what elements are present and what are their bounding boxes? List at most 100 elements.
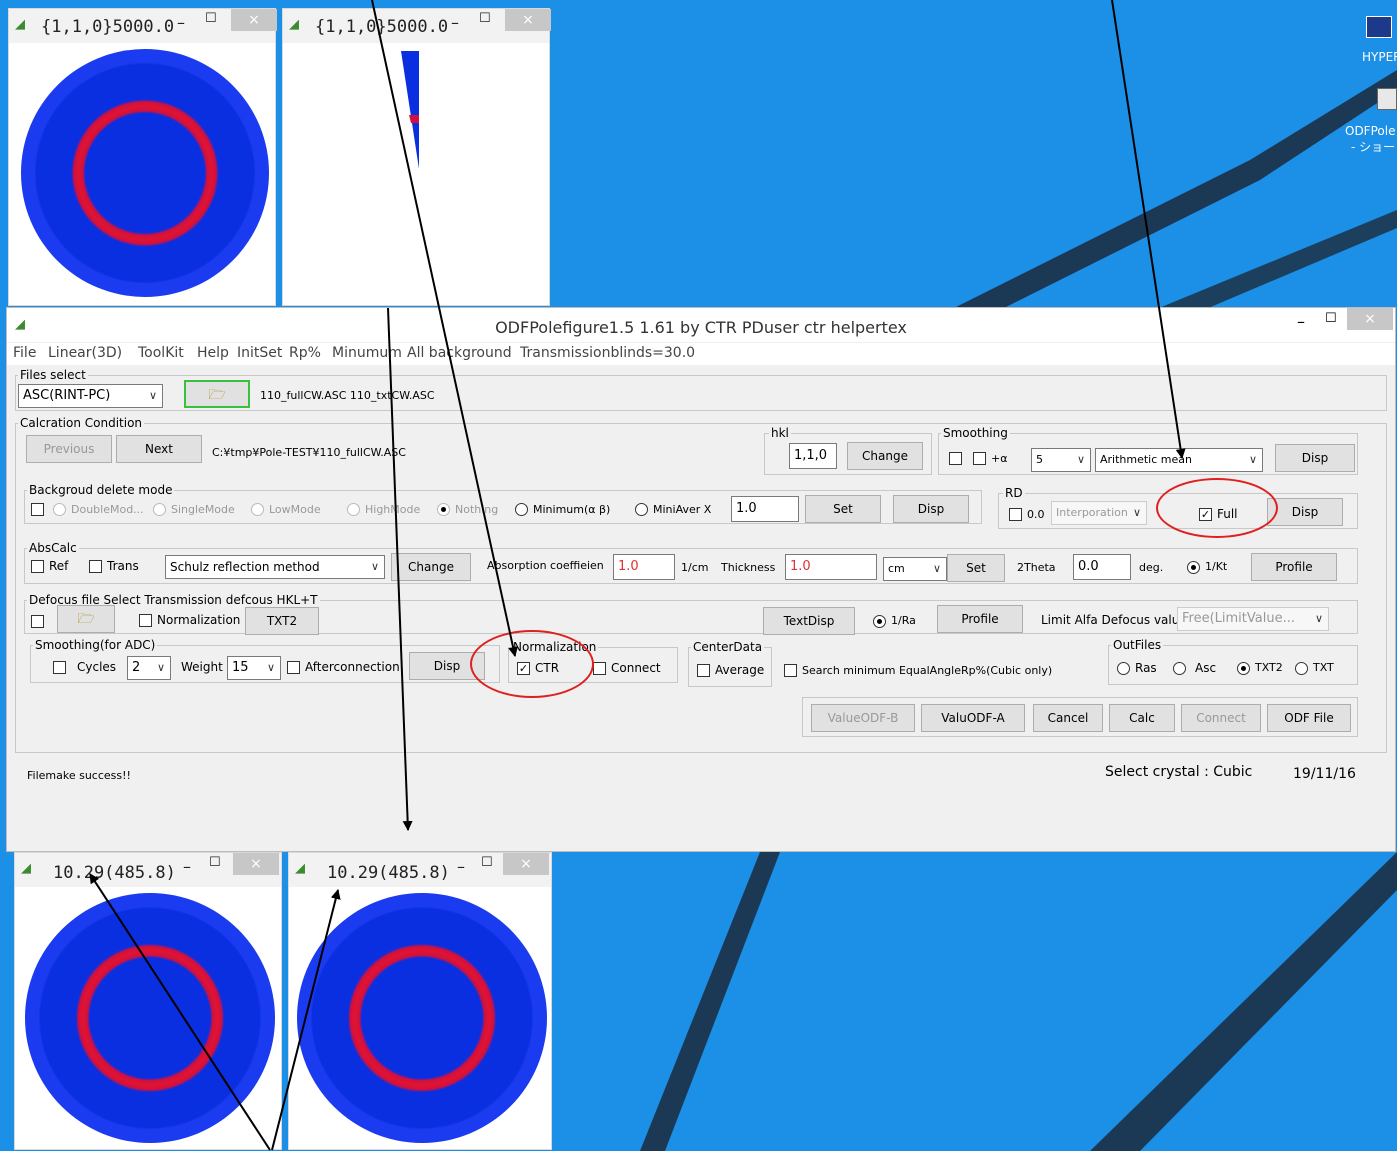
valueodf-b-button[interactable]: ValueODF-B <box>811 704 915 732</box>
txt2-button[interactable]: TXT2 <box>245 607 319 635</box>
group-legend: Smoothing <box>941 426 1010 440</box>
absorption-input[interactable]: 1.0 <box>613 554 675 580</box>
outfile-ras-radio[interactable] <box>1117 662 1130 675</box>
defocus-normalization-checkbox[interactable] <box>139 614 152 627</box>
menu-help[interactable]: Help <box>197 345 229 361</box>
alpha-checkbox[interactable] <box>973 452 986 465</box>
thickness-unit-select[interactable]: cm <box>883 557 947 581</box>
open-folder-button[interactable]: 🗁 <box>184 380 250 408</box>
theta-input[interactable]: 0.0 <box>1073 554 1131 580</box>
radio-minimum[interactable] <box>515 503 528 516</box>
abs-profile-button[interactable]: Profile <box>1251 553 1337 581</box>
thickness-input[interactable]: 1.0 <box>785 554 877 580</box>
menu-toolkit[interactable]: ToolKit <box>138 345 184 361</box>
pole-window-top-left[interactable]: ◢ {1,1,0}5000.0 – ☐ × <box>8 8 277 306</box>
rd-method-select[interactable]: Interporation <box>1051 501 1147 525</box>
title-bar[interactable]: ◢ ODFPolefigure1.5 1.61 by CTR PDuser ct… <box>7 308 1395 342</box>
menu-transmissionblinds[interactable]: Transmissionblinds=30.0 <box>520 345 695 361</box>
defocus-open-button[interactable]: 🗁 <box>57 605 115 633</box>
connect-checkbox[interactable] <box>593 662 606 675</box>
minimize-button[interactable]: – <box>177 13 185 32</box>
cycles-select[interactable]: 2 <box>127 656 171 680</box>
radio-lowmode[interactable] <box>251 503 264 516</box>
pole-window-bottom-left[interactable]: ◢ 10.29(485.8) – ☐ × <box>14 852 282 1150</box>
title-bar[interactable]: ◢ 10.29(485.8) – ☐ × <box>289 853 551 887</box>
menu-minumum[interactable]: Minumum <box>332 345 402 361</box>
rd-checkbox[interactable] <box>1009 508 1022 521</box>
odf-file-button[interactable]: ODF File <box>1267 704 1351 732</box>
abs-set-button[interactable]: Set <box>947 554 1005 582</box>
minimize-button[interactable]: – <box>183 857 191 876</box>
valuodf-a-button[interactable]: ValuODF-A <box>921 704 1025 732</box>
textdisp-button[interactable]: TextDisp <box>763 607 855 635</box>
abs-change-button[interactable]: Change <box>391 553 471 581</box>
title-bar[interactable]: ◢ {1,1,0}5000.0 – ☐ × <box>9 9 277 43</box>
maximize-button[interactable]: ☐ <box>209 855 221 870</box>
search-minimum-checkbox[interactable] <box>784 664 797 677</box>
maximize-button[interactable]: ☐ <box>205 11 217 26</box>
radio-highmode[interactable] <box>347 503 360 516</box>
close-button[interactable]: × <box>1347 308 1393 330</box>
menu-linear3d[interactable]: Linear(3D) <box>48 345 122 361</box>
defocus-profile-button[interactable]: Profile <box>937 605 1023 633</box>
kt-radio[interactable] <box>1187 561 1200 574</box>
afterconnection-checkbox[interactable] <box>287 661 300 674</box>
radio-miniaver[interactable] <box>635 503 648 516</box>
weight-select[interactable]: 15 <box>227 656 281 680</box>
connect-button[interactable]: Connect <box>1181 704 1261 732</box>
radio-singlemode[interactable] <box>153 503 166 516</box>
background-set-button[interactable]: Set <box>805 495 881 523</box>
maximize-button[interactable]: ☐ <box>481 855 493 870</box>
hkl-input[interactable]: 1,1,0 <box>789 443 837 469</box>
file-format-select[interactable]: ASC(RINT-PC) <box>18 384 163 408</box>
menu-rp[interactable]: Rp% <box>289 345 321 361</box>
defocus-checkbox[interactable] <box>31 615 44 628</box>
background-disp-button[interactable]: Disp <box>893 495 969 523</box>
cycles-checkbox[interactable] <box>53 661 66 674</box>
minimize-button[interactable]: – <box>451 13 459 32</box>
abs-method-select[interactable]: Schulz reflection method <box>165 555 385 579</box>
title-bar[interactable]: ◢ {1,1,0}5000.0 – ☐ × <box>283 9 551 43</box>
radio-doublemode[interactable] <box>53 503 66 516</box>
desktop-icon-odfpole[interactable]: ODFPole - ショー <box>1345 86 1397 154</box>
previous-button[interactable]: Previous <box>26 435 112 463</box>
smoothing-method-select[interactable]: Arithmetic mean <box>1095 448 1263 472</box>
hkl-change-button[interactable]: Change <box>847 442 923 470</box>
close-button[interactable]: × <box>503 853 549 875</box>
connect-label: Connect <box>611 661 661 675</box>
outfile-txt-radio[interactable] <box>1295 662 1308 675</box>
smoothing-disp-button[interactable]: Disp <box>1275 444 1355 472</box>
maximize-button[interactable]: ☐ <box>1325 311 1337 326</box>
close-button[interactable]: × <box>233 853 279 875</box>
smoothing-count-select[interactable]: 5 <box>1031 448 1091 472</box>
smoothing-checkbox[interactable] <box>949 452 962 465</box>
background-value-input[interactable]: 1.0 <box>731 496 799 522</box>
outfile-txt2-radio[interactable] <box>1237 662 1250 675</box>
desktop-icon-hyper[interactable]: HYPER <box>1362 14 1397 64</box>
calc-button[interactable]: Calc <box>1109 704 1175 732</box>
title-bar[interactable]: ◢ 10.29(485.8) – ☐ × <box>15 853 281 887</box>
close-button[interactable]: × <box>505 9 551 31</box>
next-button[interactable]: Next <box>116 435 202 463</box>
trans-checkbox[interactable] <box>89 560 102 573</box>
limit-alfa-select[interactable]: Free(LimitValue... <box>1177 607 1329 631</box>
menu-all-background[interactable]: All background <box>407 345 512 361</box>
menu-initset[interactable]: InitSet <box>237 345 282 361</box>
pole-window-bottom-right[interactable]: ◢ 10.29(485.8) – ☐ × <box>288 852 552 1150</box>
background-checkbox[interactable] <box>31 503 44 516</box>
menu-file[interactable]: File <box>13 345 36 361</box>
minimize-button[interactable]: – <box>1297 312 1305 331</box>
maximize-button[interactable]: ☐ <box>479 11 491 26</box>
rd-disp-button[interactable]: Disp <box>1267 498 1343 526</box>
folder-open-icon: 🗁 <box>77 611 95 627</box>
pole-window-top-right[interactable]: ◢ {1,1,0}5000.0 – ☐ × <box>282 8 551 306</box>
ra-radio[interactable] <box>873 615 886 628</box>
cancel-button[interactable]: Cancel <box>1033 704 1103 732</box>
minimize-button[interactable]: – <box>457 857 465 876</box>
close-button[interactable]: × <box>231 9 277 31</box>
outfile-asc-radio[interactable] <box>1173 662 1186 675</box>
radio-nothing[interactable] <box>437 503 450 516</box>
main-window[interactable]: ◢ ODFPolefigure1.5 1.61 by CTR PDuser ct… <box>6 307 1396 852</box>
ref-checkbox[interactable] <box>31 560 44 573</box>
average-checkbox[interactable] <box>697 664 710 677</box>
